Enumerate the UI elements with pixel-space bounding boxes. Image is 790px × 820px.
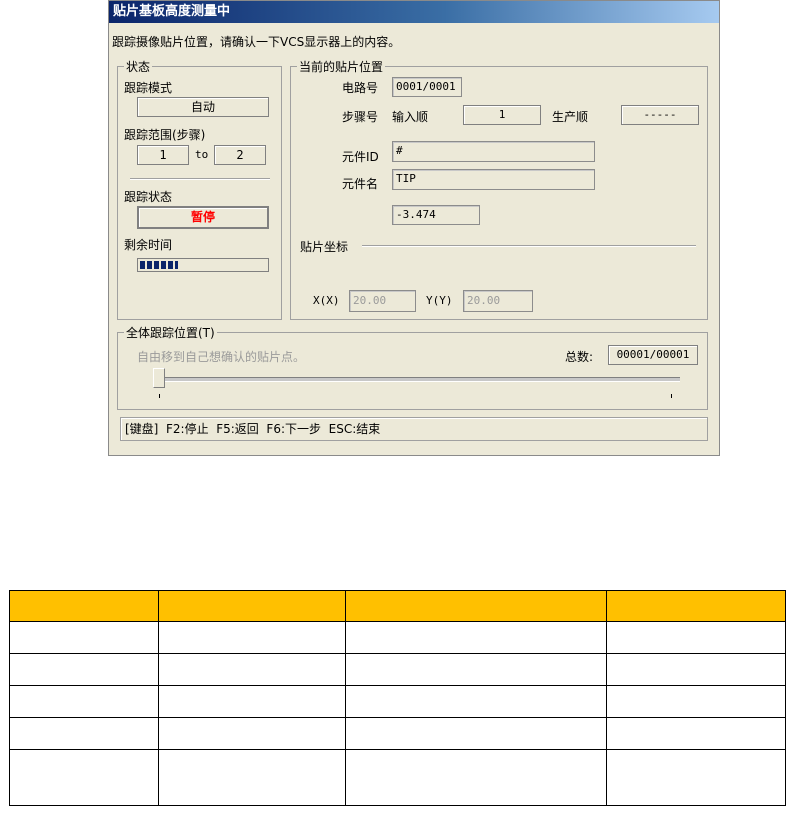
step-number-label: 步骤号	[342, 110, 379, 124]
placement-coordinates-label: 贴片坐标	[300, 240, 349, 254]
input-order-label: 输入顺	[392, 110, 429, 124]
part-name-field: TIP	[392, 169, 595, 190]
table-cell	[345, 621, 607, 654]
table-header-cell	[345, 590, 607, 622]
intro-text: 跟踪摄像贴片位置，请确认一下VCS显示器上的内容。	[112, 35, 401, 49]
table-cell	[9, 621, 159, 654]
table-header-cell	[158, 590, 346, 622]
circuit-number-field: 0001/0001	[392, 77, 462, 97]
circuit-number-label: 电路号	[342, 81, 379, 95]
table-cell	[9, 749, 159, 806]
keyboard-shortcuts-bar: [键盘] F2:停止 F5:返回 F6:下一步 ESC:结束	[120, 417, 708, 441]
table-cell	[158, 749, 346, 806]
table-cell	[345, 717, 607, 750]
table-cell	[9, 685, 159, 718]
table-cell	[9, 653, 159, 686]
overall-tracking-group: 全体跟踪位置(T)	[117, 324, 708, 410]
board-height-field: -3.474	[392, 205, 480, 225]
slider-tick-start	[159, 394, 160, 398]
table-cell	[606, 717, 786, 750]
table-row	[9, 717, 786, 750]
data-table	[9, 590, 786, 806]
y-coordinate-label: Y(Y)	[426, 294, 453, 307]
table-cell	[345, 685, 607, 718]
tracking-slider-track[interactable]	[158, 377, 680, 382]
table-cell	[345, 749, 607, 806]
table-header-cell	[9, 590, 159, 622]
input-order-value: 1	[463, 105, 541, 125]
table-row	[9, 621, 786, 654]
part-id-field: #	[392, 141, 595, 162]
tracking-range-label: 跟踪范围(步骤)	[124, 128, 206, 142]
remaining-time-label: 剩余时间	[124, 238, 173, 252]
table-cell	[606, 653, 786, 686]
tracking-mode-label: 跟踪模式	[124, 81, 173, 95]
table-cell	[158, 621, 346, 654]
table-cell	[9, 717, 159, 750]
tracking-mode-value: 自动	[137, 97, 269, 117]
part-id-label: 元件ID	[342, 150, 379, 164]
tracking-state-value: 暂停	[137, 206, 269, 229]
table-cell	[606, 749, 786, 806]
range-from-value: 1	[137, 145, 189, 165]
table-row	[9, 749, 786, 806]
range-to-value: 2	[214, 145, 266, 165]
table-header-cell	[606, 590, 786, 622]
progress-fill	[140, 261, 178, 269]
table-cell	[606, 621, 786, 654]
current-position-legend: 当前的贴片位置	[299, 60, 384, 74]
part-name-label: 元件名	[342, 177, 379, 191]
status-group-legend: 状态	[126, 60, 151, 74]
tracking-slider-handle[interactable]	[153, 368, 165, 388]
table-cell	[158, 717, 346, 750]
overall-tracking-hint: 自由移到自己想确认的贴片点。	[137, 350, 306, 364]
overall-tracking-legend: 全体跟踪位置(T)	[126, 326, 215, 340]
table-row	[9, 685, 786, 718]
dialog-title[interactable]: 贴片基板高度测量中	[109, 1, 719, 23]
y-coordinate-field[interactable]: 20.00	[463, 290, 533, 312]
table-cell	[606, 685, 786, 718]
table-header-row	[9, 590, 786, 622]
production-order-label: 生产顺	[552, 110, 589, 124]
total-count-label: 总数:	[565, 350, 594, 364]
coordinates-separator	[362, 245, 696, 247]
remaining-time-progress	[137, 258, 269, 272]
table-cell	[345, 653, 607, 686]
table-cell	[158, 653, 346, 686]
total-count-value: 00001/00001	[608, 345, 698, 365]
table-cell	[158, 685, 346, 718]
table-row	[9, 653, 786, 686]
x-coordinate-field[interactable]: 20.00	[349, 290, 416, 312]
production-order-value: -----	[621, 105, 699, 125]
range-to-label: to	[195, 148, 209, 161]
slider-tick-end	[671, 394, 672, 398]
status-separator	[130, 178, 270, 180]
tracking-state-label: 跟踪状态	[124, 190, 173, 204]
x-coordinate-label: X(X)	[313, 294, 340, 307]
